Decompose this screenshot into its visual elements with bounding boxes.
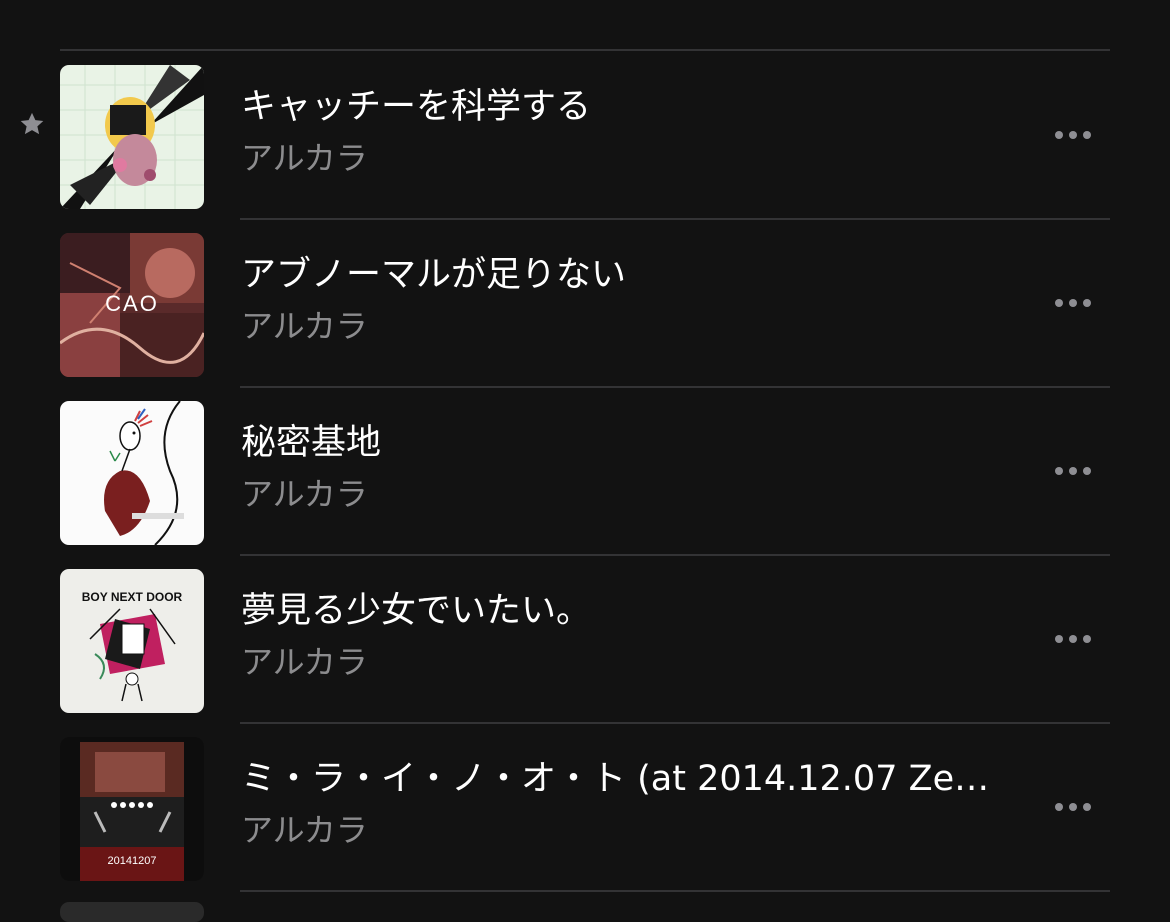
song-artist: アルカラ [241,139,368,177]
album-artwork-20141207: 20141207 [60,737,204,881]
album-artwork-boy-next-door: BOY NEXT DOOR [60,569,204,713]
svg-text:20141207: 20141207 [108,855,157,867]
song-title: ミ・ラ・イ・ノ・オ・ト (at 2014.12.07 Ze… [241,759,990,799]
album-artwork-catchy [60,65,204,209]
svg-text:CAO: CAO [105,291,159,316]
album-artwork-himitsu [60,401,204,545]
song-artist: アルカラ [241,307,368,345]
song-artist: アルカラ [241,475,368,513]
more-options-icon[interactable] [1048,285,1098,321]
song-row[interactable]: キャッチーを科学する アルカラ [0,51,1170,220]
more-options-icon[interactable] [1048,117,1098,153]
song-title: アブノーマルが足りない [241,255,627,295]
song-list: キャッチーを科学する アルカラ CAO アブノーマルが足りない アルカラ 秘密基… [0,0,1170,922]
song-title: 秘密基地 [241,423,382,463]
svg-text:BOY NEXT DOOR: BOY NEXT DOOR [82,590,183,604]
row-divider [240,890,1110,892]
more-options-icon[interactable] [1048,453,1098,489]
song-row[interactable]: 20141207 ミ・ラ・イ・ノ・オ・ト (at 2014.12.07 Ze… … [0,723,1170,892]
album-artwork-cao: CAO [60,233,204,377]
more-options-icon[interactable] [1048,621,1098,657]
song-artist: アルカラ [241,643,368,681]
song-artist: アルカラ [241,811,368,849]
song-row[interactable]: CAO アブノーマルが足りない アルカラ [0,219,1170,388]
song-title: 夢見る少女でいたい。 [241,591,592,631]
more-options-icon[interactable] [1048,789,1098,825]
favorite-star-icon [20,112,44,135]
next-album-artwork [60,902,204,922]
song-row[interactable]: BOY NEXT DOOR 夢見る少女でいたい。 アルカラ [0,555,1170,724]
song-title: キャッチーを科学する [241,87,592,127]
song-row[interactable]: 秘密基地 アルカラ [0,387,1170,556]
